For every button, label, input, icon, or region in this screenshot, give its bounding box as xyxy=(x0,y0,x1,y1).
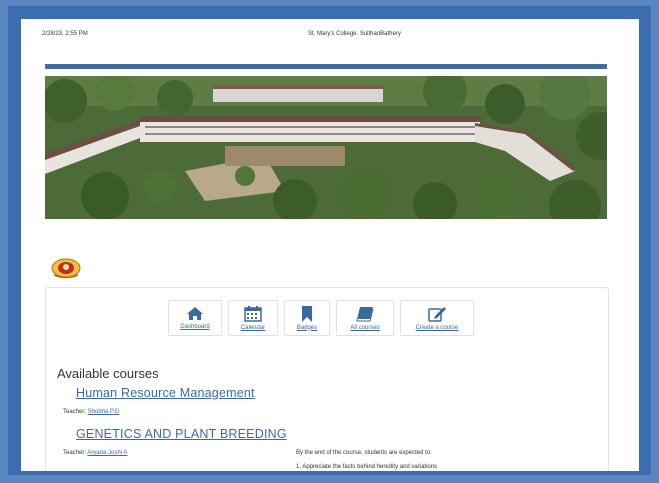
edit-icon xyxy=(428,306,446,322)
printed-page: 2/28/23, 2:55 PM St. Mary's College, Sul… xyxy=(21,19,639,471)
quick-nav: Dashboard Calendar Badges All courses Cr… xyxy=(168,300,474,340)
all-courses-button[interactable]: All courses xyxy=(336,300,394,336)
main-content: Dashboard Calendar Badges All courses Cr… xyxy=(45,287,609,471)
bookmark-icon xyxy=(302,305,312,322)
course-teacher-hrm: Teacher: Shobha P.D xyxy=(63,409,119,415)
badges-button[interactable]: Badges xyxy=(284,300,330,336)
teacher-label: Teacher: xyxy=(63,450,87,456)
course-link-hrm[interactable]: Human Resource Management xyxy=(76,386,255,400)
course-summary-line-1: By the end of the course, students are e… xyxy=(296,450,432,456)
available-courses-heading: Available courses xyxy=(57,366,159,381)
book-icon xyxy=(356,306,374,321)
course-link-genetics[interactable]: GENETICS AND PLANT BREEDING xyxy=(76,427,287,441)
course-teacher-genetics: Teacher: Aryana Joshi A xyxy=(63,450,127,456)
print-header: 2/28/23, 2:55 PM St. Mary's College, Sul… xyxy=(21,31,639,43)
print-site-name: St. Mary's College, SulthanBathery xyxy=(308,31,401,37)
home-icon xyxy=(187,307,203,320)
college-logo[interactable] xyxy=(48,257,84,279)
dashboard-button[interactable]: Dashboard xyxy=(168,300,222,336)
dashboard-label: Dashboard xyxy=(180,324,210,330)
college-banner-image xyxy=(45,76,607,219)
calendar-label: Calendar xyxy=(240,324,266,331)
calendar-button[interactable]: Calendar xyxy=(228,300,278,336)
create-course-button[interactable]: Create a course xyxy=(400,300,474,336)
course-summary-line-2: 1. Appreciate the facts behind heredity … xyxy=(296,464,438,470)
site-topbar xyxy=(45,64,607,69)
teacher-link-hrm[interactable]: Shobha P.D xyxy=(88,409,120,415)
badges-label: Badges xyxy=(296,324,318,331)
teacher-link-genetics[interactable]: Aryana Joshi A xyxy=(87,450,127,456)
create-course-label: Create a course xyxy=(415,324,459,331)
calendar-icon xyxy=(244,305,262,322)
all-courses-label: All courses xyxy=(350,324,380,331)
print-datetime: 2/28/23, 2:55 PM xyxy=(42,31,88,37)
teacher-label: Teacher: xyxy=(63,409,87,415)
